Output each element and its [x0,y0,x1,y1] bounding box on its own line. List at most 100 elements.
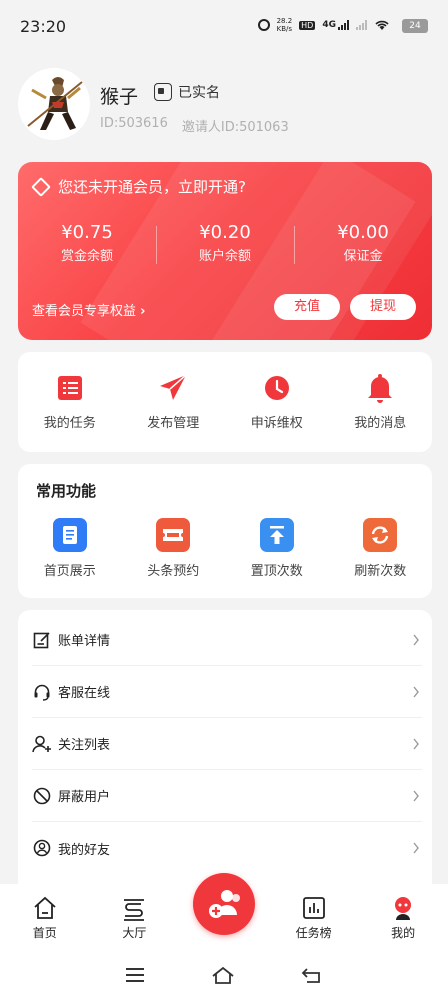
quick-messages[interactable]: 我的消息 [329,352,433,452]
chevron-right-icon [413,738,419,749]
balance-deposit[interactable]: ¥0.00 保证金 [294,220,432,270]
menu-customer-service[interactable]: 客服在线 [32,666,422,718]
avatar[interactable] [18,68,90,140]
feature-label: 刷新次数 [354,564,407,579]
feature-label: 置顶次数 [250,564,303,579]
monkey-king-avatar-icon [18,68,90,140]
home-nav-icon[interactable] [211,966,235,984]
settings-menu: 账单详情 客服在线 关注列表 屏蔽用户 我的好友 [18,610,432,900]
menu-follow-list[interactable]: 关注列表 [32,718,422,770]
menu-bill-details[interactable]: 账单详情 [32,614,422,666]
headset-icon [34,684,50,701]
task-list-icon [57,376,82,400]
publish-users-icon [209,890,240,918]
feature-headline-booking[interactable]: 头条预约 [122,518,226,579]
features-row: 首页展示 头条预约 置顶次数 刷新次数 [18,518,432,579]
home-icon [34,896,56,919]
network-type: 4G [322,20,349,30]
status-icons: 28.2 KB/s HD 4G [257,17,390,33]
hd-icon: HD [299,20,316,30]
quick-label: 申诉维权 [250,416,303,431]
alarm-icon [257,19,270,31]
vip-card: 您还未开通会员，立即开通? ¥0.75 赏金余额 ¥0.20 账户余额 ¥0.0… [18,162,432,340]
feature-icon-box [363,518,398,552]
balance-label: 赏金余额 [60,249,113,264]
id-card-icon [154,83,172,101]
signal-2-icon [356,20,367,30]
quick-my-tasks[interactable]: 我的任务 [18,352,122,452]
username: 猴子 [100,86,139,108]
menu-icon[interactable] [125,967,145,983]
menu-label: 我的好友 [58,842,111,858]
menu-blocked-users[interactable]: 屏蔽用户 [32,770,422,822]
user-id: ID:503616 [100,116,168,131]
recharge-button[interactable]: 充值 [274,294,340,320]
verified-label: 已实名 [178,85,220,101]
net-speed-value: 28.2 [276,17,293,25]
vip-benefits-label: 查看会员专享权益 [32,304,137,319]
ticket-icon [163,529,184,541]
profile-icon [395,897,412,920]
vip-promo[interactable]: 您还未开通会员，立即开通? [31,176,246,197]
system-nav-bar [0,950,448,1000]
tab-label: 我的 [391,926,416,940]
balance-amount: ¥0.20 [199,222,251,243]
tab-label: 任务榜 [295,926,332,940]
balance-bounty[interactable]: ¥0.75 赏金余额 [18,220,156,270]
verified-badge: 已实名 [154,82,220,102]
net-speed-unit: KB/s [276,25,293,33]
menu-label: 客服在线 [58,686,111,701]
net-speed: 28.2 KB/s [277,17,293,33]
quick-label: 发布管理 [147,416,200,431]
inviter-id: 邀请人ID:501063 [181,120,289,135]
balance-amount: ¥0.75 [61,222,113,243]
hall-icon [124,899,145,921]
signal-icon [338,20,349,30]
refresh-icon [372,526,389,544]
chevron-right-icon: › [140,304,146,319]
quick-actions-card: 我的任务 发布管理 申诉维权 我的消息 [18,352,432,452]
feature-refresh-count[interactable]: 刷新次数 [329,518,433,579]
feature-pin-count[interactable]: 置顶次数 [225,518,329,579]
menu-label: 账单详情 [58,634,111,649]
id-line: ID:503616 邀请人ID:501063 [100,116,289,135]
chart-icon [302,897,325,919]
balance-row: ¥0.75 赏金余额 ¥0.20 账户余额 ¥0.00 保证金 [18,220,432,270]
common-features-card: 常用功能 首页展示 头条预约 置顶次数 刷新次数 [18,464,432,598]
bell-icon [368,374,393,403]
chevron-right-icon [413,842,419,854]
vip-promo-text: 您还未开通会员，立即开通? [58,178,246,196]
profile-header: 猴子 已实名 ID:503616 邀请人ID:501063 [18,68,430,142]
balance-account[interactable]: ¥0.20 账户余额 [156,220,294,270]
block-icon [33,787,51,804]
status-bar: 23:20 28.2 KB/s HD 4G 24 [0,0,448,52]
tab-mine[interactable]: 我的 [358,884,448,950]
section-title: 常用功能 [36,482,97,500]
status-time: 23:20 [20,17,67,36]
tab-hall[interactable]: 大厅 [90,884,180,950]
battery-icon: 24 [402,19,428,33]
feature-icon-box [52,518,87,552]
tab-home[interactable]: 首页 [0,884,90,950]
clock-icon [264,376,289,400]
tab-task-ranking[interactable]: 任务榜 [269,884,359,950]
vip-benefits-link[interactable]: 查看会员专享权益 › [32,300,146,319]
chevron-right-icon [413,790,419,801]
quick-publish-manage[interactable]: 发布管理 [122,352,226,452]
feature-icon-box [259,518,294,552]
menu-my-friends[interactable]: 我的好友 [32,822,422,874]
chevron-right-icon [413,686,419,697]
quick-label: 我的消息 [354,416,407,431]
withdraw-button[interactable]: 提现 [350,294,416,320]
document-icon [62,526,77,544]
back-icon[interactable] [301,966,323,984]
diamond-icon [31,176,51,197]
paper-plane-icon [160,374,187,400]
feature-label: 头条预约 [147,564,200,579]
menu-label: 屏蔽用户 [58,790,111,805]
arrow-top-icon [269,526,284,544]
quick-appeal[interactable]: 申诉维权 [225,352,329,452]
feature-label: 首页展示 [43,564,96,579]
feature-home-display[interactable]: 首页展示 [18,518,122,579]
publish-fab-button[interactable] [193,873,255,935]
